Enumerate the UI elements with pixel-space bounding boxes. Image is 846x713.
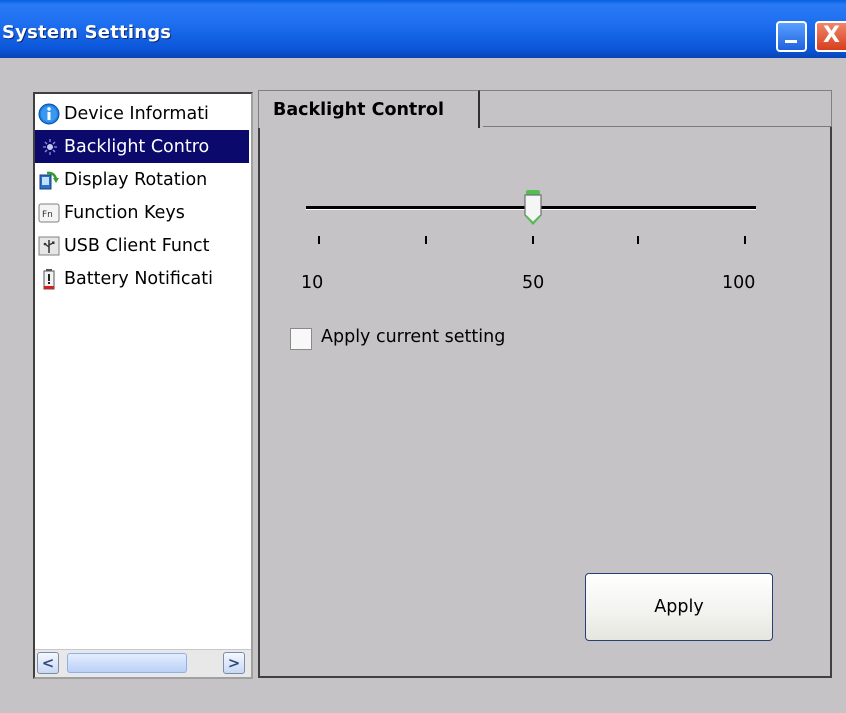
sidebar-item-label: Display Rotation [64,169,208,190]
usb-icon [38,235,60,257]
slider-tick [532,236,534,244]
horizontal-scrollbar[interactable]: < > [35,649,251,677]
title-bar: System Settings X [0,0,846,58]
sidebar-item-label: Device Informati [64,103,209,124]
function-keys-icon: Fn [38,202,60,224]
tab-backlight-control[interactable]: Backlight Control [258,90,480,128]
slider-tick [637,236,639,244]
slider-min-label: 10 [301,273,324,293]
sidebar-item-label: USB Client Funct [64,235,210,256]
sidebar-item-label: Backlight Contro [64,136,210,157]
sidebar-item-display-rotation[interactable]: Display Rotation [35,163,249,196]
backlight-icon [38,136,60,158]
battery-icon [38,268,60,290]
scroll-right-button[interactable]: > [223,652,245,674]
sidebar-item-battery-notification[interactable]: Battery Notificati [35,262,249,295]
sidebar-item-backlight-control[interactable]: Backlight Contro [35,130,249,163]
tab-label: Backlight Control [273,100,444,120]
slider-tick [318,236,320,244]
display-rotation-icon [38,169,60,191]
window-title: System Settings [2,22,172,43]
tab-strip-baseline [483,126,832,127]
scroll-thumb[interactable] [67,653,187,673]
minimize-button[interactable] [776,21,807,52]
tab-strip-border [480,90,832,91]
slider-tick [744,236,746,244]
checkbox-label: Apply current setting [321,327,506,347]
close-button[interactable]: X [815,21,846,52]
sidebar-item-usb-client-function[interactable]: USB Client Funct [35,229,249,262]
svg-text:Fn: Fn [42,210,53,220]
slider-max-label: 100 [722,273,756,293]
sidebar-item-device-information[interactable]: Device Informati [35,97,249,130]
apply-current-setting-checkbox[interactable] [290,328,312,350]
scroll-left-button[interactable]: < [37,652,59,674]
settings-list[interactable]: Device Informati Backlight Contro Displa… [33,92,253,679]
sidebar-item-label: Battery Notificati [64,268,213,289]
slider-tick [425,236,427,244]
sidebar-item-label: Function Keys [64,202,185,223]
sidebar-item-function-keys[interactable]: Fn Function Keys [35,196,249,229]
slider-mid-label: 50 [522,273,545,293]
apply-button[interactable]: Apply [585,573,773,641]
info-icon [38,103,60,125]
slider-thumb[interactable] [523,190,543,226]
tab-strip-border-right [831,90,832,126]
